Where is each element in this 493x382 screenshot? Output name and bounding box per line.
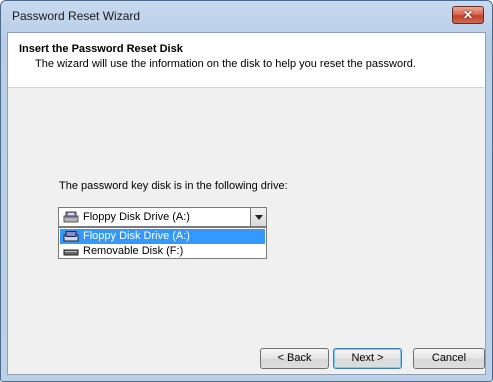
next-button[interactable]: Next > <box>333 348 402 369</box>
title-bar[interactable]: Password Reset Wizard ✕ <box>1 1 492 31</box>
close-button[interactable]: ✕ <box>452 6 484 24</box>
floppy-drive-icon <box>63 231 79 242</box>
removable-disk-icon <box>63 249 79 256</box>
chevron-down-icon[interactable] <box>250 208 266 226</box>
wizard-window: Password Reset Wizard ✕ Insert the Passw… <box>0 0 493 382</box>
page-title: Insert the Password Reset Disk <box>19 43 183 55</box>
floppy-drive-icon <box>63 211 79 223</box>
drive-option-floppy[interactable]: Floppy Disk Drive (A:) <box>60 229 265 244</box>
cancel-button[interactable]: Cancel <box>413 348 485 369</box>
page-subtitle: The wizard will use the information on t… <box>35 58 416 70</box>
back-button[interactable]: < Back <box>260 348 329 369</box>
close-icon: ✕ <box>462 8 474 22</box>
drive-dropdown-list: Floppy Disk Drive (A:) Removable Disk (F… <box>58 227 267 259</box>
drive-option-label: Removable Disk (F:) <box>83 245 184 257</box>
drive-label: The password key disk is in the followin… <box>59 180 288 192</box>
wizard-header: Insert the Password Reset Disk The wizar… <box>8 33 485 88</box>
drive-option-label: Floppy Disk Drive (A:) <box>83 230 190 242</box>
drive-option-removable[interactable]: Removable Disk (F:) <box>60 244 265 259</box>
wizard-content: Insert the Password Reset Disk The wizar… <box>7 32 486 375</box>
window-title: Password Reset Wizard <box>12 9 141 23</box>
drive-select[interactable]: Floppy Disk Drive (A:) <box>58 207 267 227</box>
drive-select-value: Floppy Disk Drive (A:) <box>83 211 190 223</box>
